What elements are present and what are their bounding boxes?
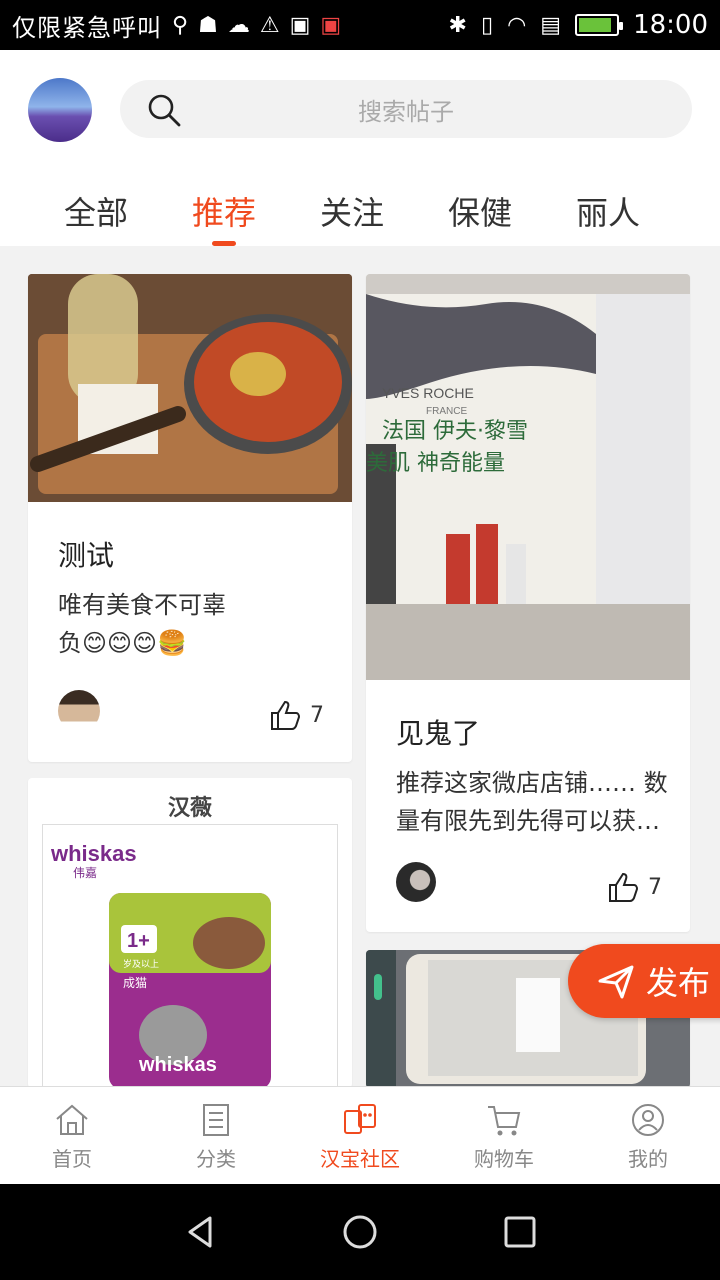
poster-subline: 美肌 神奇能量 bbox=[366, 451, 505, 476]
poster-country: FRANCE bbox=[426, 406, 467, 417]
back-icon[interactable] bbox=[180, 1212, 220, 1252]
nav-label: 汉宝社区 bbox=[320, 1147, 400, 1171]
nav-category[interactable]: 分类 bbox=[144, 1087, 288, 1184]
home-circle-icon[interactable] bbox=[340, 1212, 380, 1252]
food-photo bbox=[28, 274, 352, 502]
like-count: 7 bbox=[310, 702, 324, 728]
clock: 18:00 bbox=[633, 10, 708, 40]
nav-cart[interactable]: 购物车 bbox=[432, 1087, 576, 1184]
tab-beauty[interactable]: 丽人 bbox=[544, 180, 672, 246]
post-card[interactable]: 汉薇 whiskas 伟嘉 1+ 岁及以上 成猫 whiskas bbox=[28, 778, 352, 1088]
list-icon bbox=[203, 1104, 229, 1136]
poster-brand: YVES ROCHE bbox=[382, 385, 474, 401]
notification-icons: ⚲ ☗ ☁ ⚠ ▣ ▣ bbox=[172, 13, 341, 38]
cart-icon bbox=[488, 1106, 521, 1136]
user-avatar[interactable] bbox=[28, 78, 92, 142]
post-excerpt-line: 负😊😊😊🍔 bbox=[58, 629, 187, 657]
header: 搜索帖子 全部 推荐 关注 保健 丽人 汉 bbox=[0, 50, 720, 246]
search-bar[interactable]: 搜索帖子 bbox=[120, 80, 692, 138]
nav-home[interactable]: 首页 bbox=[0, 1087, 144, 1184]
nav-label: 分类 bbox=[196, 1147, 236, 1171]
wechat-icon: ☁ bbox=[227, 12, 250, 38]
system-nav-bar bbox=[0, 1184, 720, 1280]
product-photo: whiskas 伟嘉 1+ 岁及以上 成猫 whiskas bbox=[50, 841, 271, 1088]
usb-icon: ⚲ bbox=[172, 12, 189, 38]
like-button[interactable]: 7 bbox=[606, 870, 662, 904]
product-logo-cn: 伟嘉 bbox=[73, 866, 97, 880]
tab-health[interactable]: 保健 bbox=[416, 180, 544, 246]
recents-icon[interactable] bbox=[500, 1212, 540, 1252]
nav-label: 首页 bbox=[52, 1147, 92, 1171]
thumbs-up-icon bbox=[271, 700, 301, 730]
carrier-label: 仅限紧急呼叫 bbox=[12, 13, 162, 42]
product-logo: whiskas bbox=[50, 841, 137, 866]
like-count: 7 bbox=[648, 874, 662, 900]
post-card[interactable]: 测试 唯有美食不可辜 负😊😊😊🍔 7 bbox=[28, 274, 352, 762]
post-excerpt: 唯有美食不可辜 负😊😊😊🍔 bbox=[58, 586, 338, 662]
send-icon bbox=[598, 965, 634, 999]
nav-me[interactable]: 我的 bbox=[576, 1087, 720, 1184]
warning-icon: ⚠ bbox=[259, 12, 280, 38]
wifi-icon: ◠ bbox=[507, 12, 527, 38]
post-excerpt-line: 唯有美食不可辜 bbox=[58, 591, 226, 619]
post-image bbox=[28, 274, 352, 502]
post-excerpt-line: 推荐这家微店店铺…… 数 bbox=[396, 769, 668, 797]
product-type: 成猫 bbox=[123, 976, 147, 990]
like-button[interactable]: 7 bbox=[268, 698, 324, 732]
home-icon bbox=[56, 1104, 88, 1135]
bottom-nav: 首页 分类 汉宝社区 购物车 我的 bbox=[0, 1086, 720, 1184]
post-title: 测试 bbox=[58, 539, 115, 572]
post-excerpt-line: 量有限先到先得可以获… bbox=[396, 807, 660, 835]
nav-label: 购物车 bbox=[474, 1147, 534, 1171]
publish-button[interactable]: 发布 bbox=[568, 944, 720, 1018]
product-logo-bottom: whiskas bbox=[138, 1054, 217, 1076]
bluetooth-icon: ✱ bbox=[448, 12, 467, 38]
post-title: 见鬼了 bbox=[396, 717, 481, 750]
product-age-label: 岁及以上 bbox=[123, 958, 159, 970]
tab-following[interactable]: 关注 bbox=[288, 180, 416, 246]
tab-all[interactable]: 全部 bbox=[32, 180, 160, 246]
system-status-icons: ✱ ▯ ◠ ▤ 18:00 bbox=[449, 10, 708, 40]
author-avatar[interactable] bbox=[58, 690, 100, 732]
battery-icon bbox=[575, 14, 624, 36]
vibrate-icon: ▯ bbox=[480, 12, 494, 38]
post-brand: 汉薇 bbox=[167, 796, 212, 821]
post-image: whiskas 伟嘉 1+ 岁及以上 成猫 whiskas bbox=[42, 824, 338, 1088]
post-image: YVES ROCHE FRANCE 法国 伊夫·黎雪 美肌 神奇能量 bbox=[366, 274, 690, 680]
image-icon: ▣ bbox=[289, 12, 311, 38]
community-icon bbox=[344, 1104, 376, 1134]
search-placeholder: 搜索帖子 bbox=[358, 98, 454, 126]
sim-icon: ▤ bbox=[540, 12, 562, 38]
status-bar: 仅限紧急呼叫 ⚲ ☗ ☁ ⚠ ▣ ▣ ✱ ▯ ◠ ▤ 18:00 bbox=[0, 0, 720, 50]
store-photo: YVES ROCHE FRANCE 法国 伊夫·黎雪 美肌 神奇能量 bbox=[366, 274, 690, 680]
product-age: 1+ bbox=[127, 930, 150, 952]
app-icon: ▣ bbox=[320, 12, 342, 38]
nav-label: 我的 bbox=[628, 1147, 668, 1171]
tab-recommend[interactable]: 推荐 bbox=[160, 180, 288, 246]
publish-label: 发布 bbox=[646, 964, 711, 1002]
post-excerpt: 推荐这家微店店铺…… 数 量有限先到先得可以获… bbox=[396, 764, 680, 840]
thumbs-up-icon bbox=[609, 872, 639, 902]
tab-han[interactable]: 汉 bbox=[672, 180, 720, 246]
android-icon: ☗ bbox=[198, 12, 218, 38]
category-tabs: 全部 推荐 关注 保健 丽人 汉 bbox=[0, 180, 720, 246]
nav-community[interactable]: 汉宝社区 bbox=[288, 1087, 432, 1184]
poster-headline: 法国 伊夫·黎雪 bbox=[382, 419, 528, 444]
author-avatar[interactable] bbox=[396, 862, 436, 902]
post-card[interactable]: YVES ROCHE FRANCE 法国 伊夫·黎雪 美肌 神奇能量 见鬼了 推… bbox=[366, 274, 690, 932]
user-icon bbox=[632, 1104, 664, 1136]
